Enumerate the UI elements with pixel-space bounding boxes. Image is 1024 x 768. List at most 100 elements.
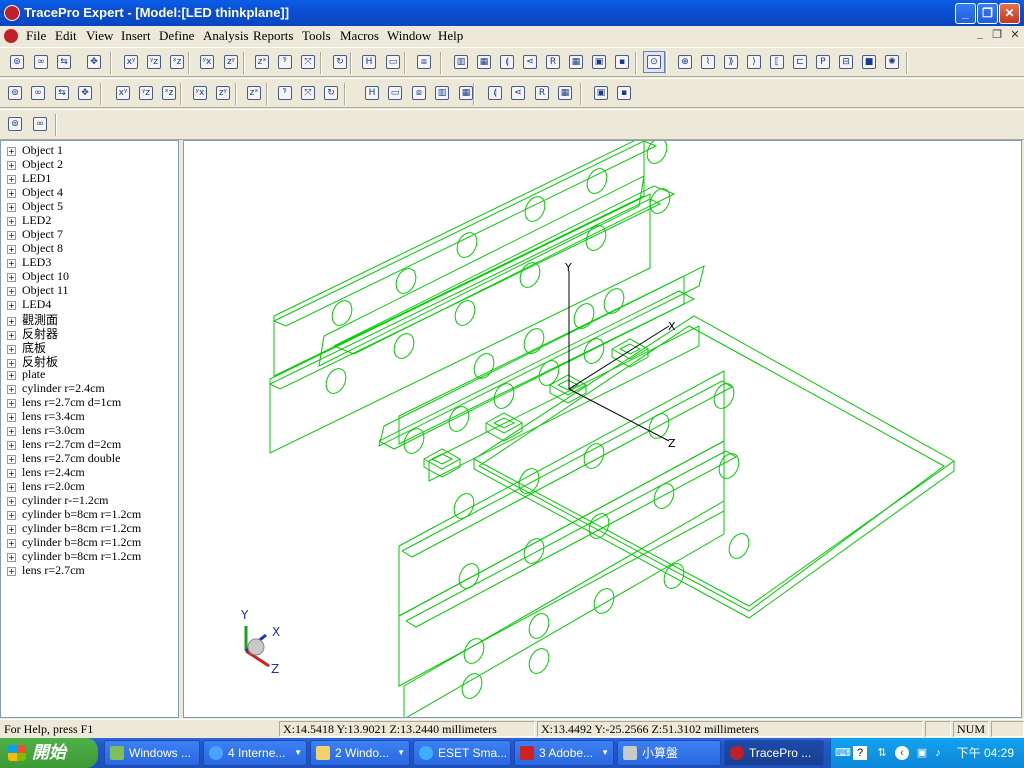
tree-item[interactable]: + lens r=2.7cm — [7, 563, 85, 577]
tree-item[interactable]: + Object 2 — [7, 157, 63, 171]
tree-item[interactable]: + cylinder b=8cm r=1.2cm — [7, 521, 141, 535]
block-icon[interactable]: ⟬ — [484, 82, 506, 104]
redo-icon[interactable]: zʸ — [220, 51, 242, 73]
tree-item[interactable]: + lens r=2.0cm — [7, 479, 85, 493]
tree-item[interactable]: + lens r=2.7cm d=2cm — [7, 437, 121, 451]
task-eset[interactable]: ESET Sma... — [413, 740, 511, 766]
system-tree[interactable]: + Object 1 + Object 2 + LED1 + Object 4 + Object … — [0, 140, 179, 718]
tree-item[interactable]: + Object 10 — [7, 269, 69, 283]
new-icon[interactable]: ⊚ — [6, 51, 28, 73]
chart-icon[interactable]: ↻ — [320, 82, 342, 104]
tree-item[interactable]: + Object 11 — [7, 283, 69, 297]
image-icon[interactable]: zʸ — [212, 82, 234, 104]
surface-icon[interactable]: R — [531, 82, 553, 104]
doc-icon[interactable] — [4, 29, 18, 43]
task-adobe[interactable]: 3 Adobe... ▼ — [514, 740, 614, 766]
menu-file[interactable]: File — [26, 28, 46, 44]
task-tracepro[interactable]: TracePro ... — [724, 740, 824, 766]
rev-icon[interactable]: ˣz — [158, 82, 180, 104]
expand-icon[interactable]: + — [7, 300, 16, 310]
tree-item[interactable]: + cylinder b=8cm r=1.2cm — [7, 507, 141, 521]
tree-item[interactable]: + cylinder b=8cm r=1.2cm — [7, 549, 141, 563]
boolean-icon[interactable]: zˣ — [251, 51, 273, 73]
view-zx-icon[interactable]: ⊏ — [789, 51, 811, 73]
boolean2-icon[interactable]: ʸ̃ — [274, 51, 296, 73]
menu-define[interactable]: Define — [159, 28, 194, 44]
open-icon[interactable]: ∞ — [30, 51, 52, 73]
view-xy-icon[interactable]: ⊕ — [674, 51, 696, 73]
task-calculator[interactable]: 小算盤 — [617, 740, 721, 766]
tree-item[interactable]: + cylinder r=2.4cm — [7, 381, 105, 395]
check-icon[interactable]: ⊚ — [4, 113, 26, 135]
copy-icon[interactable]: ʸz — [143, 51, 165, 73]
task-windows[interactable]: Windows ... — [104, 740, 200, 766]
model-viewport[interactable]: Y X Z Y X Z — [183, 140, 1022, 718]
zoom-out-icon[interactable]: ▦ — [473, 51, 495, 73]
prism-icon[interactable]: ⧈ — [408, 82, 430, 104]
expand-icon[interactable]: + — [7, 230, 16, 240]
expand-icon[interactable]: + — [7, 146, 16, 156]
tree-item[interactable]: + lens r=3.0cm — [7, 423, 85, 437]
tree-item[interactable]: + LED2 — [7, 213, 51, 227]
expand-icon[interactable]: + — [7, 188, 16, 198]
expand-icon[interactable]: + — [7, 524, 16, 534]
tree-item[interactable]: + lens r=2.7cm d=1cm — [7, 395, 121, 409]
edit-icon[interactable]: ↻ — [329, 51, 351, 73]
home-icon[interactable]: ✺ — [881, 51, 903, 73]
tree-item[interactable]: + 反射器 — [7, 325, 58, 341]
keyboard-icon[interactable]: ⌨ — [835, 746, 851, 760]
expand-icon[interactable]: + — [7, 216, 16, 226]
zoom-all-icon[interactable]: ⋖ — [519, 51, 541, 73]
expand-icon[interactable]: + — [7, 398, 16, 408]
mdi-minimize-button[interactable]: _ — [972, 28, 988, 42]
trace-icon[interactable]: xʸ — [112, 82, 134, 104]
minimize-button[interactable]: _ — [955, 3, 976, 24]
tree-item[interactable]: + plate — [7, 367, 45, 381]
tree-item[interactable]: + LED3 — [7, 255, 51, 269]
tree-item[interactable]: + Object 8 — [7, 241, 63, 255]
grid-icon[interactable]: ʸx — [189, 82, 211, 104]
tree-item[interactable]: + Object 5 — [7, 199, 63, 213]
grid-source-icon[interactable]: ʸ̃ — [274, 82, 296, 104]
collapse-icon[interactable]: ‹ — [895, 746, 909, 760]
expand-icon[interactable]: + — [7, 496, 16, 506]
mdi-restore-button[interactable]: ❐ — [989, 28, 1005, 42]
expand-icon[interactable]: + — [7, 286, 16, 296]
help-icon[interactable]: ▣ — [590, 82, 612, 104]
tree-item[interactable]: + 底板 — [7, 339, 46, 355]
expand-icon[interactable]: + — [7, 552, 16, 562]
expand-icon[interactable]: + — [7, 426, 16, 436]
expand-icon[interactable]: + — [7, 454, 16, 464]
zoom-in-icon[interactable]: ▥ — [450, 51, 472, 73]
menu-insert[interactable]: Insert — [121, 28, 151, 44]
tree-item[interactable]: + LED4 — [7, 297, 51, 311]
menu-window[interactable]: Window — [387, 28, 431, 44]
lens-icon[interactable]: H — [361, 82, 383, 104]
tree-item[interactable]: + cylinder b=8cm r=1.2cm — [7, 535, 141, 549]
app-icon[interactable] — [4, 5, 20, 21]
menu-edit[interactable]: Edit — [55, 28, 77, 44]
rotate-icon[interactable]: ■ — [858, 51, 880, 73]
tree-item[interactable]: + Object 1 — [7, 143, 63, 157]
cone-icon[interactable]: ▦ — [554, 82, 576, 104]
start-button[interactable]: 開始 — [0, 738, 98, 768]
window1-icon[interactable]: ⊚ — [4, 82, 26, 104]
view-a-icon[interactable]: ▣ — [588, 51, 610, 73]
maximize-button[interactable]: ❐ — [977, 3, 998, 24]
expand-icon[interactable]: + — [7, 566, 16, 576]
expand-icon[interactable]: + — [7, 538, 16, 548]
view-iso-icon[interactable]: P — [812, 51, 834, 73]
menu-analysis[interactable]: Analysis — [203, 28, 249, 44]
expand-icon[interactable]: + — [7, 468, 16, 478]
close-button[interactable]: ✕ — [999, 3, 1020, 24]
network-icon[interactable]: ▣ — [915, 746, 929, 760]
menu-macros[interactable]: Macros — [340, 28, 379, 44]
expand-icon[interactable]: + — [7, 384, 16, 394]
expand-icon[interactable]: + — [7, 482, 16, 492]
expand-icon[interactable]: + — [7, 160, 16, 170]
print-icon[interactable]: ✥ — [83, 51, 105, 73]
ime-icon[interactable]: ⇅ — [875, 746, 889, 760]
window2-icon[interactable]: ∞ — [27, 82, 49, 104]
target-icon[interactable]: ⤧ — [297, 82, 319, 104]
tree-item[interactable]: + cylinder r-=1.2cm — [7, 493, 109, 507]
